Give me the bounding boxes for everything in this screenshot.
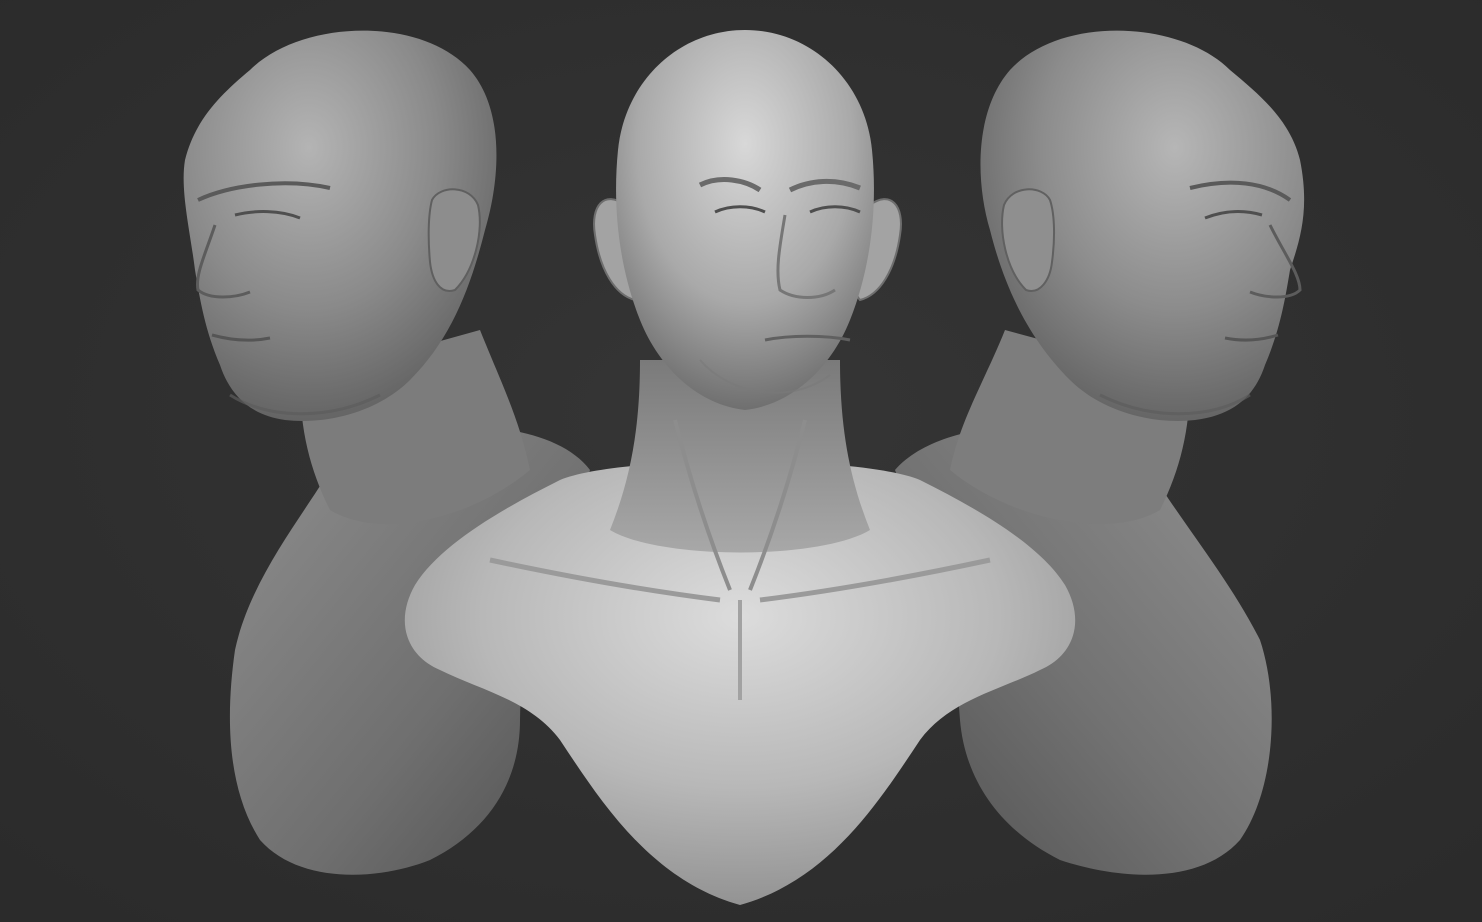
bust-turnaround-render [0, 0, 1482, 922]
sculpt-render-canvas [0, 0, 1482, 922]
